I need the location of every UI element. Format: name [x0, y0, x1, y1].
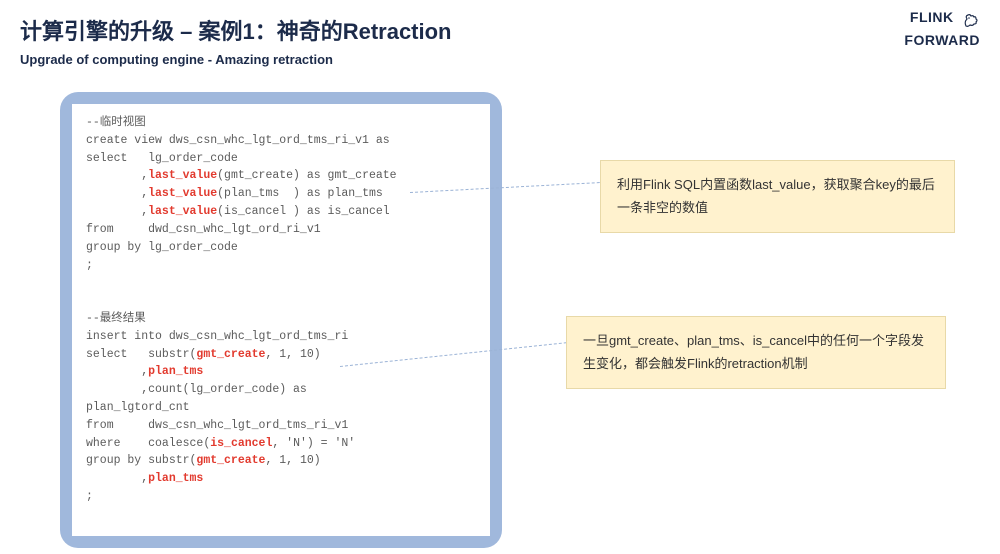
- flink-forward-logo: FLINK FORWARD: [904, 10, 980, 49]
- sql-code-block: --临时视图 create view dws_csn_whc_lgt_ord_t…: [72, 104, 490, 536]
- logo-line2: FORWARD: [904, 33, 980, 48]
- code-panel: --临时视图 create view dws_csn_whc_lgt_ord_t…: [60, 92, 502, 548]
- squirrel-icon: [960, 10, 980, 33]
- logo-line1: FLINK: [910, 9, 954, 25]
- callout-note-1: 利用Flink SQL内置函数last_value，获取聚合key的最后一条非空…: [600, 160, 955, 233]
- callout-note-2: 一旦gmt_create、plan_tms、is_cancel中的任何一个字段发…: [566, 316, 946, 389]
- slide-header: 计算引擎的升级 – 案例1：神奇的Retraction Upgrade of c…: [20, 14, 980, 67]
- slide-subtitle: Upgrade of computing engine - Amazing re…: [20, 52, 980, 67]
- slide-title: 计算引擎的升级 – 案例1：神奇的Retraction: [20, 14, 980, 46]
